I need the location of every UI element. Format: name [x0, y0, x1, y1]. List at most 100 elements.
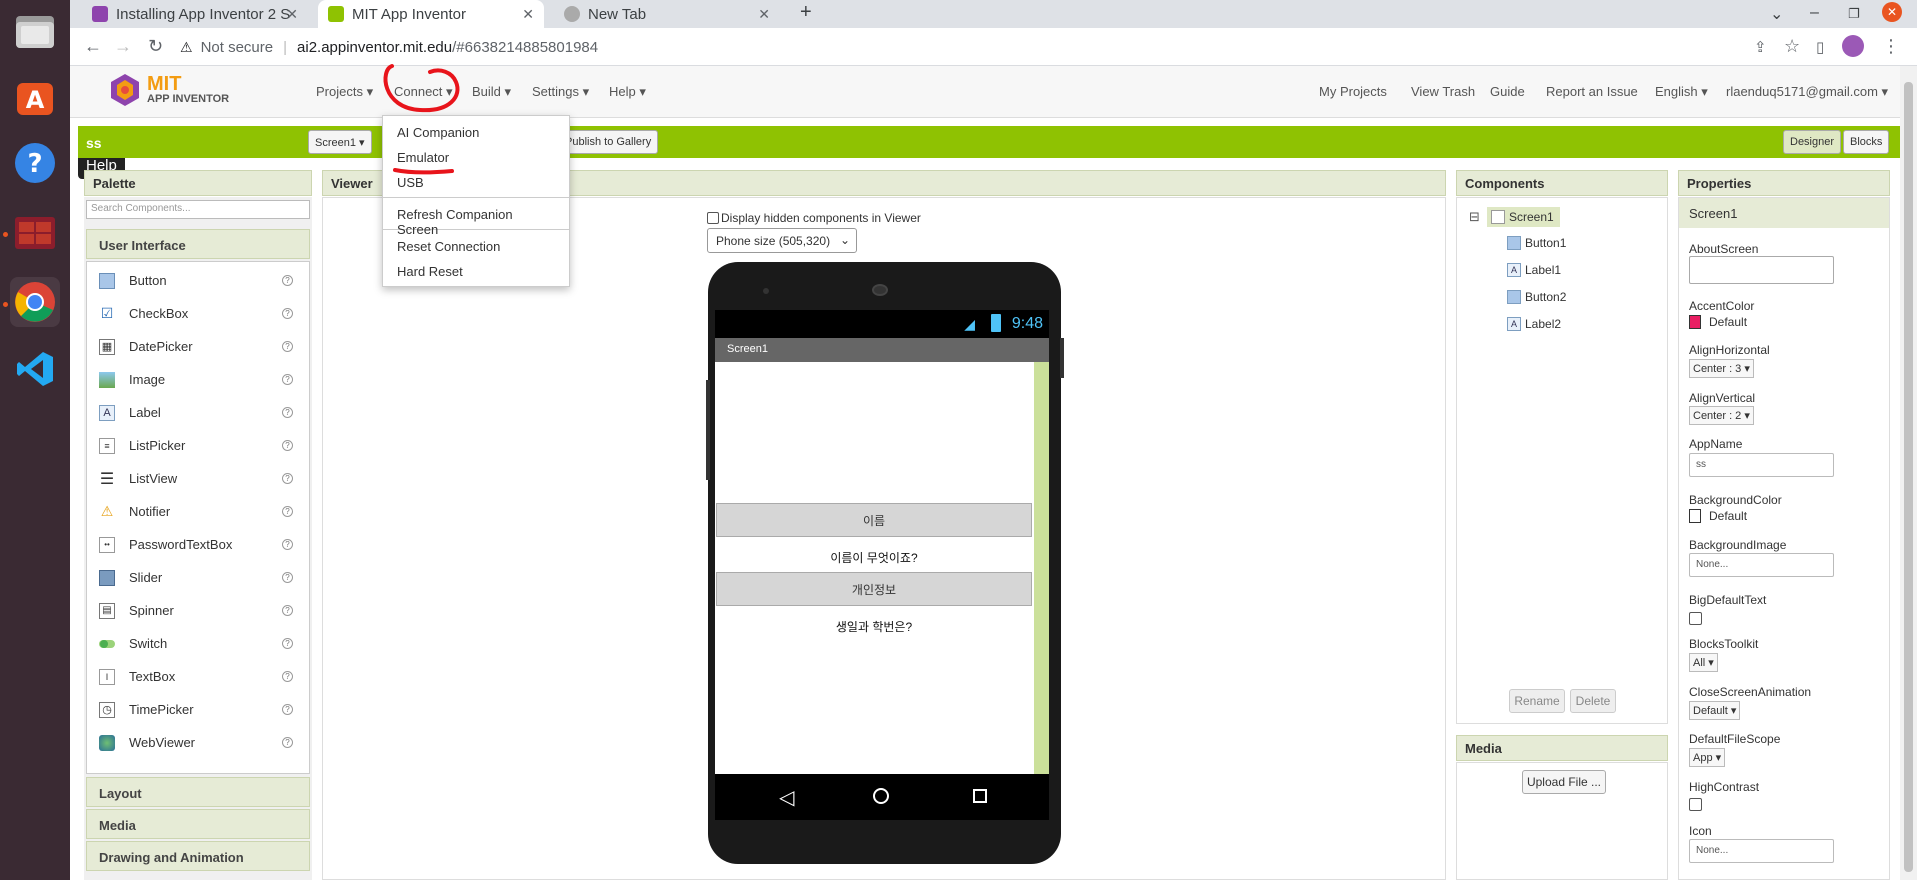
prop-icon-input[interactable]: None... [1689, 839, 1834, 863]
menu-item-emulator[interactable]: Emulator [383, 144, 569, 169]
palette-item-notifier[interactable]: ⚠ Notifier? [87, 495, 309, 528]
help-icon[interactable]: ? [10, 138, 60, 188]
screen-select[interactable]: Screen1 ▾ [308, 130, 372, 154]
hidden-components-toggle[interactable]: Display hidden components in Viewer [707, 211, 921, 225]
close-tab-icon[interactable]: ✕ [522, 6, 534, 23]
tree-item-label1[interactable]: A Label1 [1507, 263, 1561, 277]
link-report-issue[interactable]: Report an Issue [1546, 84, 1638, 99]
vscode-icon[interactable] [10, 344, 60, 394]
palette-item-label[interactable]: A Label? [87, 396, 309, 429]
chrome-icon[interactable] [10, 277, 60, 327]
bookmark-star-icon[interactable]: ☆ [1784, 36, 1800, 57]
menu-projects[interactable]: Projects ▾ [316, 84, 373, 100]
help-icon[interactable]: ? [282, 308, 293, 319]
palette-section-layout[interactable]: Layout [86, 777, 310, 807]
tab-search-icon[interactable]: ⌄ [1770, 4, 1783, 24]
preview-button1[interactable]: 이름 [716, 503, 1032, 537]
preview-label1[interactable]: 이름이 무엇이죠? [716, 549, 1032, 566]
close-tab-icon[interactable]: ✕ [758, 6, 770, 23]
upload-file-button[interactable]: Upload File ... [1522, 770, 1606, 794]
help-icon[interactable]: ? [282, 572, 293, 583]
palette-item-listview[interactable]: ☰ ListView? [87, 462, 309, 495]
side-panel-icon[interactable]: ▯ [1816, 38, 1824, 56]
help-icon[interactable]: ? [282, 341, 293, 352]
publish-gallery-button[interactable]: Publish to Gallery [558, 130, 659, 154]
palette-item-spinner[interactable]: ▤ Spinner? [87, 594, 309, 627]
prop-close-anim-select[interactable]: Default ▾ [1689, 701, 1741, 720]
preview-label2[interactable]: 생일과 학번은? [716, 618, 1032, 635]
help-icon[interactable]: ? [282, 539, 293, 550]
kebab-menu-icon[interactable]: ⋮ [1882, 36, 1900, 57]
close-window-icon[interactable]: ✕ [1882, 2, 1902, 22]
prop-high-contrast-checkbox[interactable] [1689, 798, 1702, 811]
share-icon[interactable]: ⇪ [1754, 38, 1767, 56]
palette-section-media[interactable]: Media [86, 809, 310, 839]
prop-accent-color[interactable]: Default [1689, 315, 1747, 329]
prop-file-scope-select[interactable]: App ▾ [1689, 748, 1726, 767]
reload-icon[interactable]: ↻ [148, 36, 163, 57]
tab-new-tab[interactable]: New Tab ✕ [554, 0, 780, 28]
menu-settings[interactable]: Settings ▾ [532, 84, 589, 100]
minimize-icon[interactable]: – [1810, 4, 1819, 22]
palette-item-listpicker[interactable]: ≡ ListPicker? [87, 429, 309, 462]
menu-item-hard-reset[interactable]: Hard Reset [383, 258, 569, 283]
url-bar[interactable]: ⚠ Not secure | ai2.appinventor.mit.edu /… [180, 32, 1830, 62]
delete-button[interactable]: Delete [1570, 689, 1616, 713]
mit-logo[interactable]: MIT APP INVENTOR [105, 70, 229, 110]
prop-bg-image-input[interactable]: None... [1689, 553, 1834, 577]
prop-app-name-input[interactable]: ss [1689, 453, 1834, 477]
help-icon[interactable]: ? [282, 506, 293, 517]
palette-search-input[interactable]: Search Components... [86, 200, 310, 219]
rename-button[interactable]: Rename [1509, 689, 1565, 713]
help-icon[interactable]: ? [282, 374, 293, 385]
palette-item-image[interactable]: Image? [87, 363, 309, 396]
tree-item-label2[interactable]: A Label2 [1507, 317, 1561, 331]
tree-item-button1[interactable]: Button1 [1507, 236, 1566, 250]
hidden-components-checkbox[interactable] [707, 212, 719, 224]
menu-item-usb[interactable]: USB [383, 169, 569, 194]
palette-item-checkbox[interactable]: ☑ CheckBox? [87, 297, 309, 330]
link-view-trash[interactable]: View Trash [1411, 84, 1475, 99]
files-icon[interactable] [10, 6, 60, 56]
help-icon[interactable]: ? [282, 671, 293, 682]
close-tab-icon[interactable]: ✕ [286, 6, 298, 23]
help-icon[interactable]: ? [282, 440, 293, 451]
tab-mit-app-inventor[interactable]: MIT App Inventor ✕ [318, 0, 544, 28]
menu-help[interactable]: Help ▾ [609, 84, 646, 100]
tab-installing[interactable]: Installing App Inventor 2 S ✕ [82, 0, 308, 28]
tree-item-button2[interactable]: Button2 [1507, 290, 1566, 304]
blocks-button[interactable]: Blocks [1843, 130, 1890, 154]
new-tab-icon[interactable]: + [800, 1, 812, 24]
prop-big-text-checkbox[interactable] [1689, 612, 1702, 625]
palette-item-button[interactable]: Button? [87, 264, 309, 297]
palette-item-timepicker[interactable]: ◷ TimePicker? [87, 693, 309, 726]
help-icon[interactable]: ? [282, 275, 293, 286]
palette-section-drawing[interactable]: Drawing and Animation [86, 841, 310, 871]
prop-bg-color[interactable]: Default [1689, 509, 1747, 523]
preview-button2[interactable]: 개인정보 [716, 572, 1032, 606]
prop-align-v-select[interactable]: Center : 2 ▾ [1689, 406, 1754, 425]
palette-item-datepicker[interactable]: ▦ DatePicker? [87, 330, 309, 363]
palette-item-slider[interactable]: Slider? [87, 561, 309, 594]
help-icon[interactable]: ? [282, 638, 293, 649]
palette-item-webviewer[interactable]: WebViewer? [87, 726, 309, 759]
palette-item-switch[interactable]: Switch? [87, 627, 309, 660]
menu-item-ai-companion[interactable]: AI Companion [383, 119, 569, 144]
menu-build[interactable]: Build ▾ [472, 84, 511, 100]
restore-icon[interactable]: ❐ [1848, 6, 1860, 22]
designer-button[interactable]: Designer [1783, 130, 1842, 154]
terminal-icon[interactable] [10, 208, 60, 258]
help-icon[interactable]: ? [282, 704, 293, 715]
link-guide[interactable]: Guide [1490, 84, 1525, 99]
prop-about-screen-textarea[interactable] [1689, 256, 1834, 284]
account-menu[interactable]: rlaenduq5171@gmail.com ▾ [1726, 84, 1888, 100]
help-icon[interactable]: ? [282, 737, 293, 748]
language-select[interactable]: English ▾ [1655, 84, 1708, 100]
software-center-icon[interactable]: A [10, 72, 60, 122]
palette-section-user-interface[interactable]: User Interface [86, 229, 310, 259]
tree-item-screen1[interactable]: Screen1 [1487, 207, 1560, 227]
palette-item-passwordtextbox[interactable]: •• PasswordTextBox? [87, 528, 309, 561]
page-scrollbar-thumb[interactable] [1904, 82, 1913, 872]
prop-blocks-toolkit-select[interactable]: All ▾ [1689, 653, 1718, 672]
help-icon[interactable]: ? [282, 407, 293, 418]
